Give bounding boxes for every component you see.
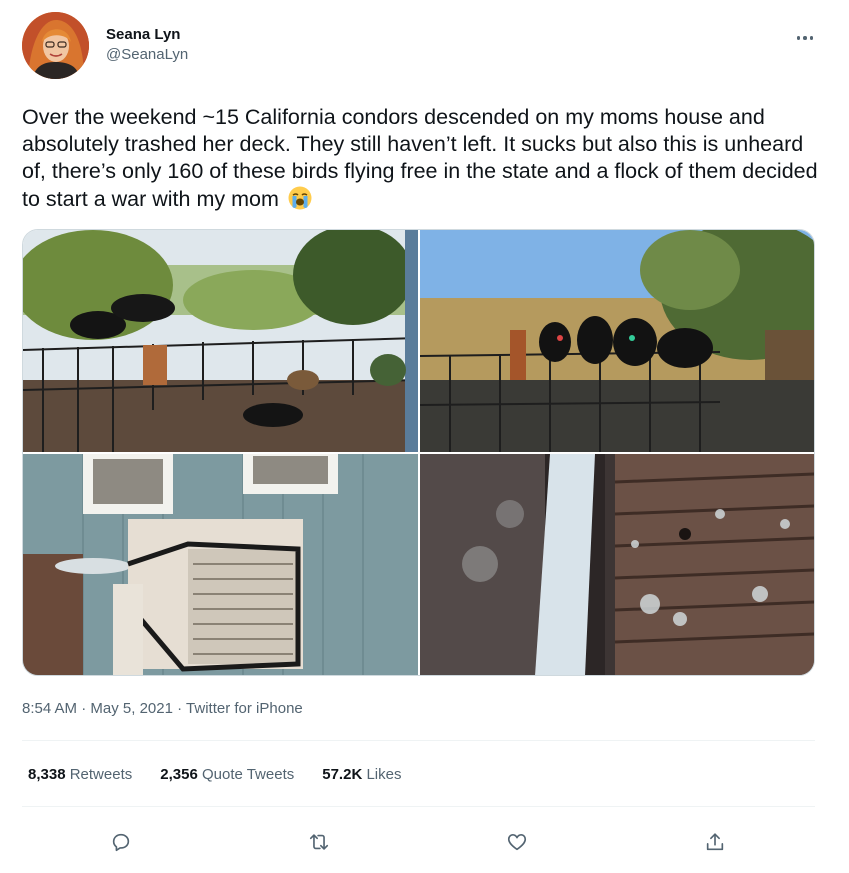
likes-stat[interactable]: 57.2K Likes — [322, 766, 401, 783]
reply-icon[interactable] — [107, 828, 135, 856]
likes-count: 57.2K — [322, 766, 363, 783]
photo-droppings-on-deck[interactable] — [420, 454, 814, 675]
tweet-stats: 8,338 Retweets 2,356 Quote Tweets 57.2K … — [28, 766, 429, 783]
tweet-date[interactable]: May 5, 2021 — [90, 700, 173, 717]
author-display-name[interactable]: Seana Lyn — [106, 26, 180, 43]
photo-condors-on-deck-railing[interactable] — [23, 230, 418, 452]
more-icon[interactable] — [790, 26, 820, 50]
tweet-source[interactable]: Twitter for iPhone — [186, 700, 303, 717]
retweets-label: Retweets — [69, 766, 133, 783]
quote-tweets-stat[interactable]: 2,356 Quote Tweets — [160, 766, 294, 783]
photo-condors-on-fence[interactable] — [420, 230, 814, 452]
action-bar — [22, 822, 815, 862]
share-icon[interactable] — [701, 828, 729, 856]
tweet-meta: 8:54 AM · May 5, 2021 · Twitter for iPho… — [22, 700, 303, 717]
likes-label: Likes — [366, 766, 402, 783]
tweet-text: Over the weekend ~15 California condors … — [22, 104, 822, 213]
divider — [22, 806, 815, 807]
quotes-label: Quote Tweets — [201, 766, 295, 783]
media-grid — [22, 229, 815, 676]
author-handle[interactable]: @SeanaLyn — [106, 46, 188, 63]
meta-separator: · — [81, 700, 87, 717]
avatar[interactable] — [22, 12, 89, 79]
retweets-stat[interactable]: 8,338 Retweets — [28, 766, 132, 783]
divider — [22, 740, 815, 741]
quotes-count: 2,356 — [160, 766, 198, 783]
tweet-time[interactable]: 8:54 AM — [22, 700, 77, 717]
tweet-body: Over the weekend ~15 California condors … — [22, 105, 818, 211]
heart-icon[interactable] — [503, 828, 531, 856]
retweets-count: 8,338 — [28, 766, 66, 783]
meta-separator: · — [177, 700, 183, 717]
retweet-icon[interactable] — [305, 828, 333, 856]
photo-damaged-ac-unit[interactable] — [23, 454, 418, 675]
loudly-crying-face-emoji — [287, 185, 313, 211]
